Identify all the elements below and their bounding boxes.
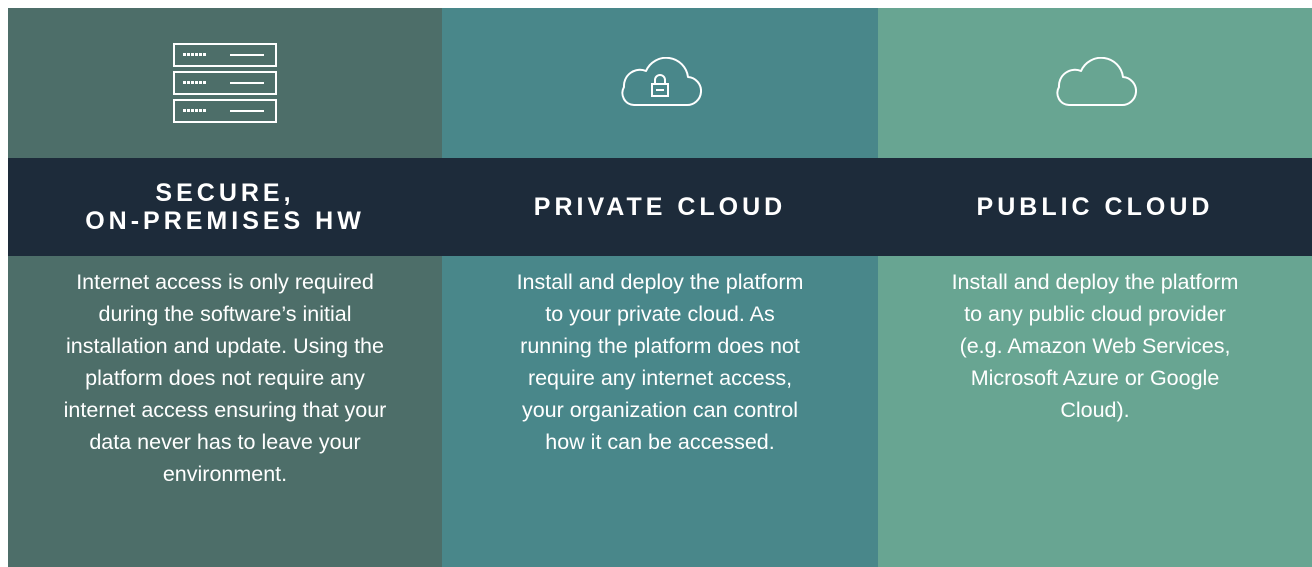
description-secure-on-premises-cell: Internet access is only required during … <box>8 256 442 567</box>
descriptions-row: Internet access is only required during … <box>8 256 1312 567</box>
title-private-cloud: PRIVATE CLOUD <box>442 158 878 256</box>
deployment-options: SECURE, ON-PREMISES HW PRIVATE CLOUD PUB… <box>8 8 1312 567</box>
server-rack-icon <box>173 43 277 123</box>
cloud-icon <box>1056 57 1137 107</box>
server-icon-cell <box>8 8 442 158</box>
cloud-icon-cell <box>878 8 1312 158</box>
cloud-lock-icon-cell <box>442 8 878 158</box>
titles-band: SECURE, ON-PREMISES HW PRIVATE CLOUD PUB… <box>8 158 1312 256</box>
title-line: ON-PREMISES HW <box>85 207 365 235</box>
icon-row <box>8 8 1312 158</box>
description-secure-on-premises: Internet access is only required during … <box>63 270 387 486</box>
cloud-lock-icon <box>621 57 702 107</box>
title-line: PUBLIC CLOUD <box>976 193 1214 221</box>
title-line: PRIVATE CLOUD <box>533 193 787 221</box>
description-public-cloud-cell: Install and deploy the platform to any p… <box>878 256 1312 567</box>
title-secure-on-premises: SECURE, ON-PREMISES HW <box>8 158 442 256</box>
title-line: SECURE, <box>155 179 295 207</box>
description-public-cloud: Install and deploy the platform to any p… <box>951 270 1239 422</box>
description-private-cloud: Install and deploy the platform to your … <box>516 270 804 454</box>
description-private-cloud-cell: Install and deploy the platform to your … <box>442 256 878 567</box>
title-public-cloud: PUBLIC CLOUD <box>878 158 1312 256</box>
